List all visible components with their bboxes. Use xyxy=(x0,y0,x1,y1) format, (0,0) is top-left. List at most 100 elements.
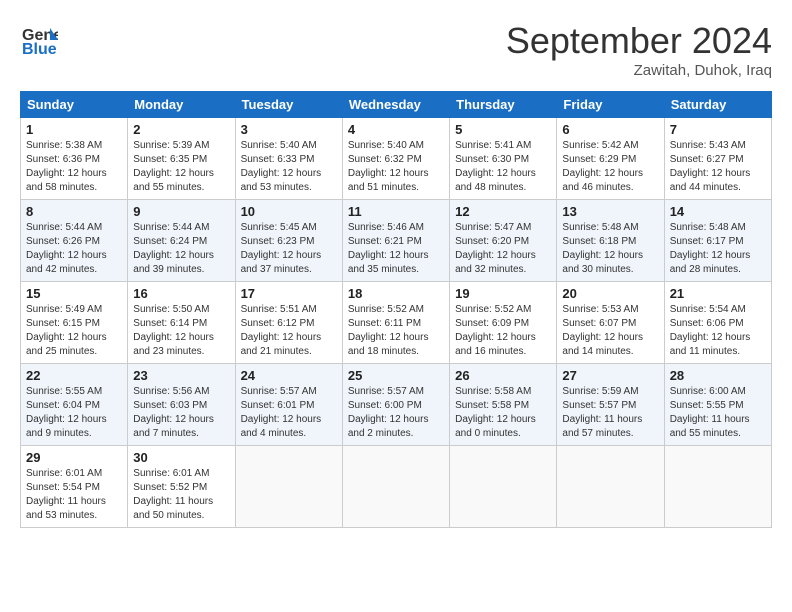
table-row: 30 Sunrise: 6:01 AMSunset: 5:52 PMDaylig… xyxy=(128,446,235,528)
day-detail: Sunrise: 6:00 AMSunset: 5:55 PMDaylight:… xyxy=(670,386,750,439)
calendar-week-row: 1 Sunrise: 5:38 AMSunset: 6:36 PMDayligh… xyxy=(21,118,772,200)
table-row: 25 Sunrise: 5:57 AMSunset: 6:00 PMDaylig… xyxy=(342,364,449,446)
col-friday: Friday xyxy=(557,92,664,118)
table-row: 8 Sunrise: 5:44 AMSunset: 6:26 PMDayligh… xyxy=(21,200,128,282)
table-row: 16 Sunrise: 5:50 AMSunset: 6:14 PMDaylig… xyxy=(128,282,235,364)
day-detail: Sunrise: 5:56 AMSunset: 6:03 PMDaylight:… xyxy=(133,386,214,439)
day-number: 11 xyxy=(348,204,444,219)
day-number: 8 xyxy=(26,204,122,219)
day-detail: Sunrise: 5:55 AMSunset: 6:04 PMDaylight:… xyxy=(26,386,107,439)
day-number: 13 xyxy=(562,204,658,219)
table-row: 9 Sunrise: 5:44 AMSunset: 6:24 PMDayligh… xyxy=(128,200,235,282)
table-row xyxy=(342,446,449,528)
day-detail: Sunrise: 5:53 AMSunset: 6:07 PMDaylight:… xyxy=(562,304,643,357)
day-detail: Sunrise: 5:44 AMSunset: 6:26 PMDaylight:… xyxy=(26,222,107,275)
logo-icon: General Blue xyxy=(20,20,58,58)
day-detail: Sunrise: 5:58 AMSunset: 5:58 PMDaylight:… xyxy=(455,386,536,439)
calendar-week-row: 22 Sunrise: 5:55 AMSunset: 6:04 PMDaylig… xyxy=(21,364,772,446)
day-number: 15 xyxy=(26,286,122,301)
col-wednesday: Wednesday xyxy=(342,92,449,118)
day-number: 4 xyxy=(348,122,444,137)
col-thursday: Thursday xyxy=(450,92,557,118)
month-title: September 2024 xyxy=(506,20,772,62)
day-number: 21 xyxy=(670,286,766,301)
table-row: 23 Sunrise: 5:56 AMSunset: 6:03 PMDaylig… xyxy=(128,364,235,446)
day-detail: Sunrise: 5:40 AMSunset: 6:33 PMDaylight:… xyxy=(241,140,322,193)
day-number: 29 xyxy=(26,450,122,465)
table-row xyxy=(664,446,771,528)
day-number: 7 xyxy=(670,122,766,137)
table-row: 12 Sunrise: 5:47 AMSunset: 6:20 PMDaylig… xyxy=(450,200,557,282)
col-tuesday: Tuesday xyxy=(235,92,342,118)
day-number: 14 xyxy=(670,204,766,219)
day-number: 2 xyxy=(133,122,229,137)
day-number: 5 xyxy=(455,122,551,137)
day-detail: Sunrise: 5:43 AMSunset: 6:27 PMDaylight:… xyxy=(670,140,751,193)
day-detail: Sunrise: 5:57 AMSunset: 6:00 PMDaylight:… xyxy=(348,386,429,439)
day-number: 16 xyxy=(133,286,229,301)
table-row: 18 Sunrise: 5:52 AMSunset: 6:11 PMDaylig… xyxy=(342,282,449,364)
day-detail: Sunrise: 5:44 AMSunset: 6:24 PMDaylight:… xyxy=(133,222,214,275)
header-row: Sunday Monday Tuesday Wednesday Thursday… xyxy=(21,92,772,118)
col-sunday: Sunday xyxy=(21,92,128,118)
day-number: 10 xyxy=(241,204,337,219)
day-detail: Sunrise: 5:40 AMSunset: 6:32 PMDaylight:… xyxy=(348,140,429,193)
day-detail: Sunrise: 5:42 AMSunset: 6:29 PMDaylight:… xyxy=(562,140,643,193)
day-detail: Sunrise: 5:49 AMSunset: 6:15 PMDaylight:… xyxy=(26,304,107,357)
col-saturday: Saturday xyxy=(664,92,771,118)
day-detail: Sunrise: 5:50 AMSunset: 6:14 PMDaylight:… xyxy=(133,304,214,357)
table-row: 20 Sunrise: 5:53 AMSunset: 6:07 PMDaylig… xyxy=(557,282,664,364)
table-row: 28 Sunrise: 6:00 AMSunset: 5:55 PMDaylig… xyxy=(664,364,771,446)
table-row: 1 Sunrise: 5:38 AMSunset: 6:36 PMDayligh… xyxy=(21,118,128,200)
day-number: 27 xyxy=(562,368,658,383)
day-detail: Sunrise: 5:52 AMSunset: 6:09 PMDaylight:… xyxy=(455,304,536,357)
day-detail: Sunrise: 5:59 AMSunset: 5:57 PMDaylight:… xyxy=(562,386,642,439)
svg-text:Blue: Blue xyxy=(22,41,57,58)
day-number: 23 xyxy=(133,368,229,383)
table-row: 14 Sunrise: 5:48 AMSunset: 6:17 PMDaylig… xyxy=(664,200,771,282)
table-row: 22 Sunrise: 5:55 AMSunset: 6:04 PMDaylig… xyxy=(21,364,128,446)
table-row: 19 Sunrise: 5:52 AMSunset: 6:09 PMDaylig… xyxy=(450,282,557,364)
day-detail: Sunrise: 5:48 AMSunset: 6:18 PMDaylight:… xyxy=(562,222,643,275)
table-row: 21 Sunrise: 5:54 AMSunset: 6:06 PMDaylig… xyxy=(664,282,771,364)
day-number: 6 xyxy=(562,122,658,137)
location: Zawitah, Duhok, Iraq xyxy=(506,62,772,79)
calendar-week-row: 15 Sunrise: 5:49 AMSunset: 6:15 PMDaylig… xyxy=(21,282,772,364)
table-row: 27 Sunrise: 5:59 AMSunset: 5:57 PMDaylig… xyxy=(557,364,664,446)
day-detail: Sunrise: 5:39 AMSunset: 6:35 PMDaylight:… xyxy=(133,140,214,193)
col-monday: Monday xyxy=(128,92,235,118)
day-number: 9 xyxy=(133,204,229,219)
calendar-week-row: 29 Sunrise: 6:01 AMSunset: 5:54 PMDaylig… xyxy=(21,446,772,528)
day-number: 17 xyxy=(241,286,337,301)
table-row: 7 Sunrise: 5:43 AMSunset: 6:27 PMDayligh… xyxy=(664,118,771,200)
day-detail: Sunrise: 5:52 AMSunset: 6:11 PMDaylight:… xyxy=(348,304,429,357)
day-number: 1 xyxy=(26,122,122,137)
day-number: 20 xyxy=(562,286,658,301)
table-row: 24 Sunrise: 5:57 AMSunset: 6:01 PMDaylig… xyxy=(235,364,342,446)
table-row: 6 Sunrise: 5:42 AMSunset: 6:29 PMDayligh… xyxy=(557,118,664,200)
day-detail: Sunrise: 6:01 AMSunset: 5:52 PMDaylight:… xyxy=(133,468,213,521)
day-number: 3 xyxy=(241,122,337,137)
table-row: 26 Sunrise: 5:58 AMSunset: 5:58 PMDaylig… xyxy=(450,364,557,446)
day-detail: Sunrise: 5:38 AMSunset: 6:36 PMDaylight:… xyxy=(26,140,107,193)
table-row: 13 Sunrise: 5:48 AMSunset: 6:18 PMDaylig… xyxy=(557,200,664,282)
day-detail: Sunrise: 5:48 AMSunset: 6:17 PMDaylight:… xyxy=(670,222,751,275)
day-number: 28 xyxy=(670,368,766,383)
day-detail: Sunrise: 5:45 AMSunset: 6:23 PMDaylight:… xyxy=(241,222,322,275)
table-row xyxy=(557,446,664,528)
table-row: 3 Sunrise: 5:40 AMSunset: 6:33 PMDayligh… xyxy=(235,118,342,200)
logo: General Blue xyxy=(20,20,58,58)
day-detail: Sunrise: 5:47 AMSunset: 6:20 PMDaylight:… xyxy=(455,222,536,275)
day-number: 12 xyxy=(455,204,551,219)
day-detail: Sunrise: 5:51 AMSunset: 6:12 PMDaylight:… xyxy=(241,304,322,357)
day-number: 22 xyxy=(26,368,122,383)
table-row xyxy=(450,446,557,528)
table-row: 10 Sunrise: 5:45 AMSunset: 6:23 PMDaylig… xyxy=(235,200,342,282)
day-detail: Sunrise: 6:01 AMSunset: 5:54 PMDaylight:… xyxy=(26,468,106,521)
day-detail: Sunrise: 5:57 AMSunset: 6:01 PMDaylight:… xyxy=(241,386,322,439)
table-row xyxy=(235,446,342,528)
day-number: 26 xyxy=(455,368,551,383)
header: General Blue September 2024 Zawitah, Duh… xyxy=(20,20,772,79)
table-row: 2 Sunrise: 5:39 AMSunset: 6:35 PMDayligh… xyxy=(128,118,235,200)
calendar-table: Sunday Monday Tuesday Wednesday Thursday… xyxy=(20,91,772,528)
